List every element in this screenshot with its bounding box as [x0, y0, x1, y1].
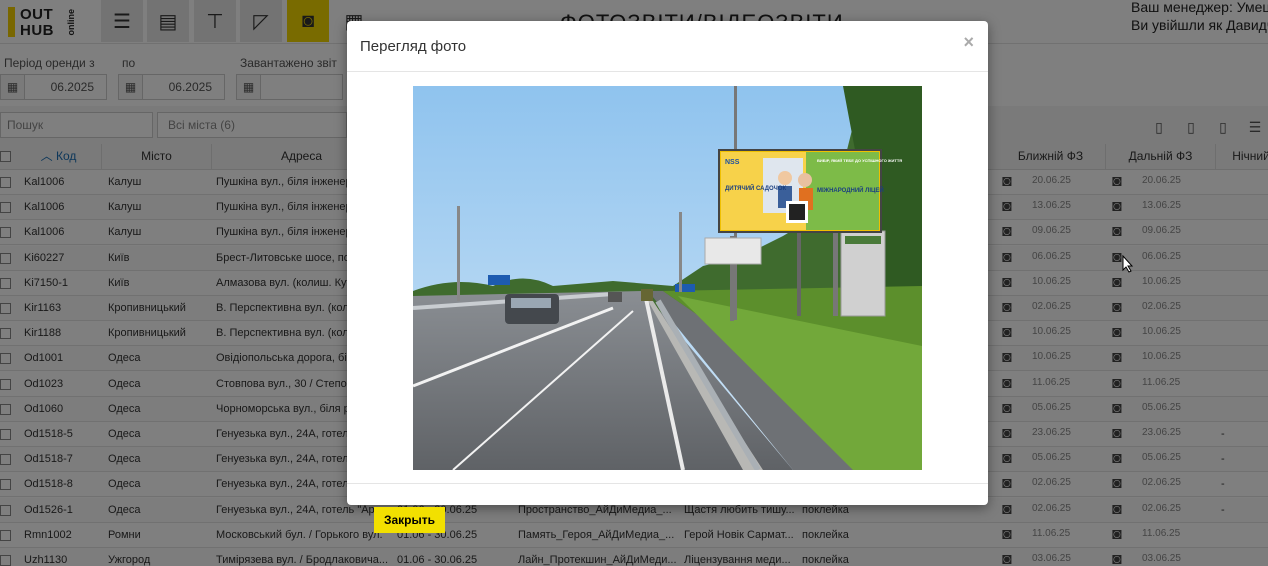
photo-image: NSS ВИБІР, ЯКИЙ ТЕБЕ ДО УСПІШНОГО ЖИТТЯ …: [413, 86, 922, 470]
close-button[interactable]: Закрыть: [374, 507, 445, 533]
billboard-headline: ВИБІР, ЯКИЙ ТЕБЕ ДО УСПІШНОГО ЖИТТЯ: [817, 158, 902, 163]
photo-modal: Перегляд фото × NSS ВИБІР, ЯКИЙ ТЕБЕ ДО …: [347, 21, 988, 505]
modal-footer-divider: [347, 483, 988, 484]
billboard-photo: NSS ВИБІР, ЯКИЙ ТЕБЕ ДО УСПІШНОГО ЖИТТЯ …: [413, 86, 922, 470]
app-root: OUT HUB online ☰ ▤ ⊤ ◸ ◙ ▦ ФОТОЗВІТИ/ВІД…: [0, 0, 1268, 566]
billboard-right-text: МІЖНАРОДНИЙ ЛІЦЕЙ: [817, 186, 884, 194]
mouse-cursor-icon: [1122, 255, 1134, 273]
billboard-left-text: ДИТЯЧИЙ САДОЧОК: [725, 184, 787, 192]
billboard-brand: NSS: [725, 159, 740, 166]
modal-title: Перегляд фото: [360, 38, 467, 55]
close-icon[interactable]: ×: [963, 32, 974, 53]
modal-header: Перегляд фото ×: [347, 21, 988, 72]
